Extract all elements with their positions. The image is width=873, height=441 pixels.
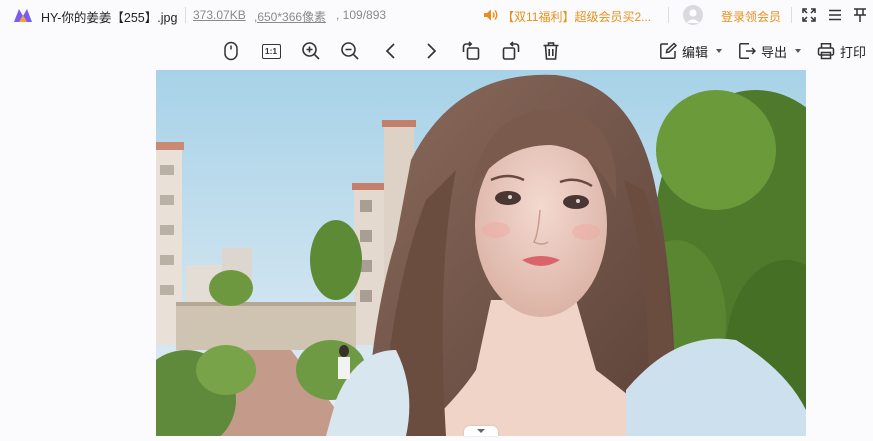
zoom-out-icon [341, 42, 359, 60]
collapse-thumbnails-button[interactable] [464, 426, 498, 436]
chevron-down-icon [795, 49, 802, 53]
photo-image [156, 70, 806, 436]
image-dimensions[interactable]: ,650*366像素 [254, 8, 326, 25]
zoom-in-icon [302, 42, 320, 60]
menu-button[interactable] [825, 5, 845, 25]
actual-size-button[interactable]: 1:1 [260, 40, 282, 62]
pin-icon [854, 8, 866, 22]
edit-label: 编辑 [682, 44, 709, 60]
export-label: 导出 [761, 44, 788, 60]
speaker-icon [484, 9, 498, 21]
zoom-in-button[interactable] [300, 40, 322, 62]
zoom-out-button[interactable] [339, 40, 361, 62]
next-button[interactable] [420, 40, 442, 62]
image-index: , 109/893 [336, 8, 387, 22]
title-divider [185, 7, 186, 23]
next-icon [427, 43, 437, 59]
edit-menu-button[interactable]: 编辑 [659, 41, 723, 61]
chevron-down-icon [716, 49, 723, 53]
chevron-down-icon [477, 429, 485, 433]
file-size[interactable]: 373.07KB [193, 8, 246, 22]
pin-button[interactable] [850, 5, 870, 25]
title-bar: HY-你的姜姜【255】.jpg 373.07KB ,650*366像素 , 1… [0, 0, 873, 30]
delete-button[interactable] [540, 40, 562, 62]
previous-icon [385, 43, 395, 59]
title-divider [791, 7, 792, 23]
export-menu-button[interactable]: 导出 [738, 41, 802, 61]
rotate-right-icon [502, 41, 520, 60]
file-name: HY-你的姜姜【255】.jpg [41, 11, 178, 25]
export-icon [739, 43, 756, 59]
print-icon [817, 43, 835, 60]
toolbar: 1:1 编辑 导出 打印 [0, 30, 873, 70]
app-logo-icon [14, 9, 32, 22]
actual-size-icon: 1:1 [261, 43, 281, 59]
edit-icon [660, 42, 677, 59]
photo-viewer[interactable] [156, 70, 806, 436]
rotate-left-icon [462, 41, 480, 60]
fullscreen-button[interactable] [799, 5, 819, 25]
avatar-icon[interactable] [683, 5, 703, 25]
mouse-icon [224, 41, 238, 61]
mouse-mode-button[interactable] [220, 40, 242, 62]
login-link[interactable]: 登录领会员 [721, 8, 781, 25]
promo-banner[interactable]: 【双11福利】超级会员买2... [502, 8, 651, 25]
rotate-right-button[interactable] [500, 40, 522, 62]
delete-icon [543, 42, 559, 60]
rotate-left-button[interactable] [460, 40, 482, 62]
previous-button[interactable] [380, 40, 402, 62]
fullscreen-icon [802, 8, 816, 22]
print-label: 打印 [840, 44, 867, 60]
print-button[interactable]: 打印 [817, 41, 866, 61]
menu-icon [829, 9, 841, 21]
title-divider [668, 7, 669, 23]
